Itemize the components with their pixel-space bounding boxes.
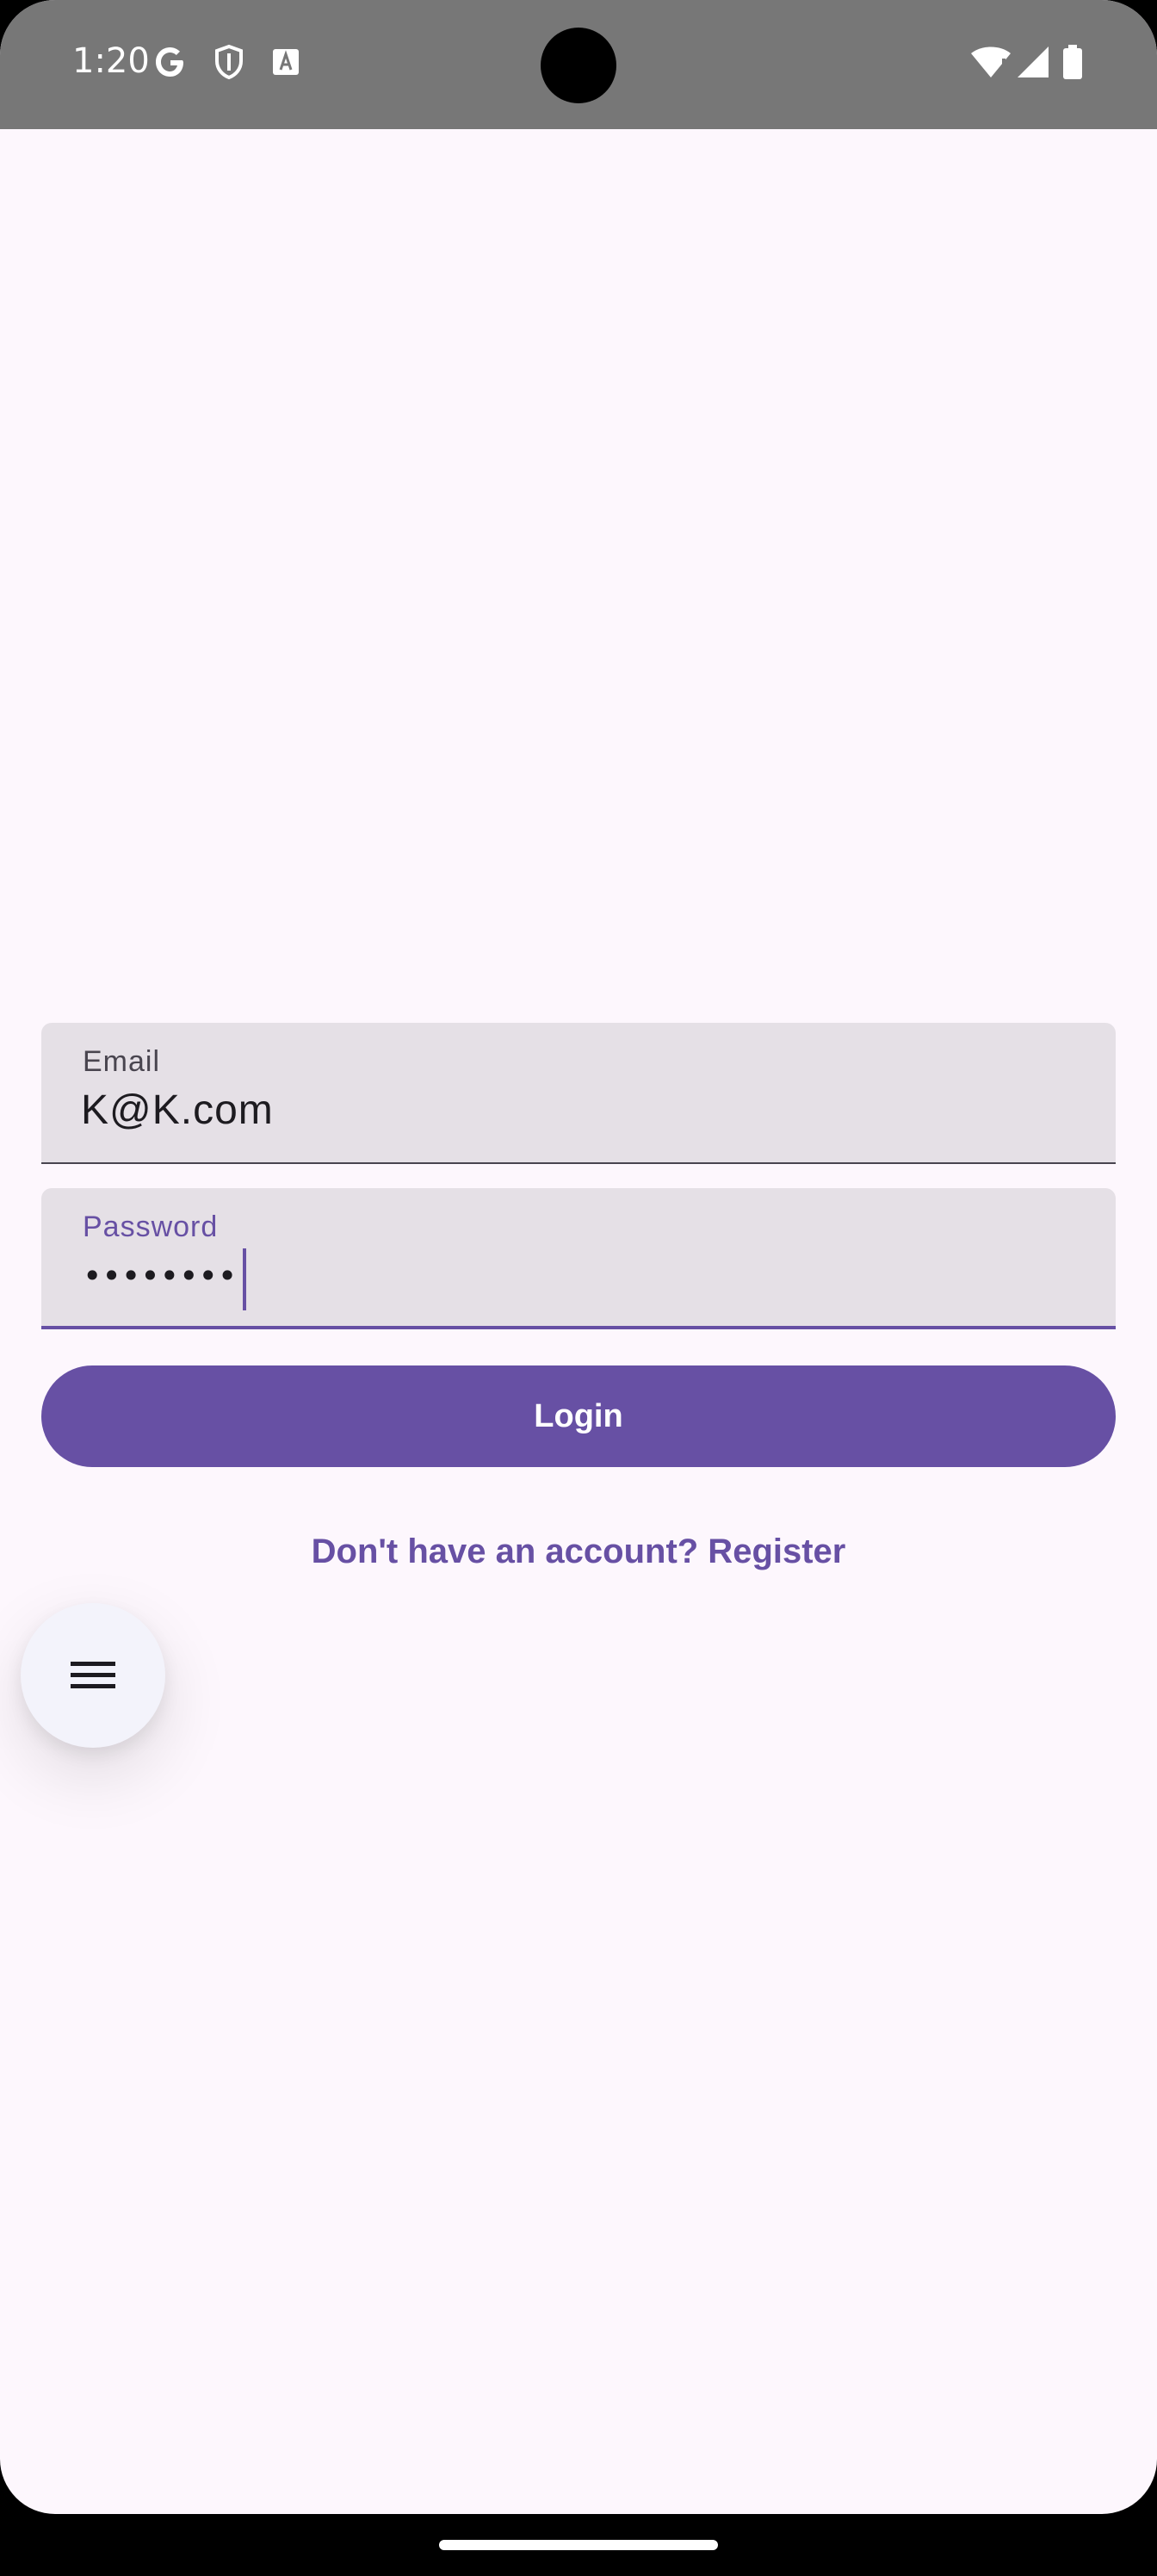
wifi-icon	[969, 43, 1012, 81]
google-icon	[152, 43, 189, 81]
font-icon	[267, 43, 305, 81]
register-link[interactable]: Don't have an account? Register	[0, 1533, 1157, 1571]
status-time: 1:20	[72, 41, 150, 81]
email-label: Email	[83, 1045, 161, 1078]
menu-icon	[71, 1662, 115, 1688]
login-button[interactable]: Login	[41, 1365, 1116, 1467]
email-value: K@K.com	[81, 1087, 274, 1133]
text-cursor	[243, 1248, 246, 1310]
menu-fab-button[interactable]	[21, 1603, 165, 1748]
gesture-nav-handle[interactable]	[439, 2540, 718, 2550]
status-bar: 1:20	[0, 0, 1157, 129]
battery-icon	[1061, 43, 1085, 81]
app-screen: 1:20 Email K@K.com Password •••••••• Log…	[0, 0, 1157, 2514]
password-field[interactable]: Password ••••••••	[41, 1188, 1116, 1329]
password-value: ••••••••	[83, 1257, 238, 1295]
shield-icon	[210, 43, 248, 81]
email-field[interactable]: Email K@K.com	[41, 1023, 1116, 1164]
front-camera	[541, 28, 616, 103]
password-label: Password	[83, 1211, 219, 1243]
signal-icon	[1014, 43, 1052, 81]
